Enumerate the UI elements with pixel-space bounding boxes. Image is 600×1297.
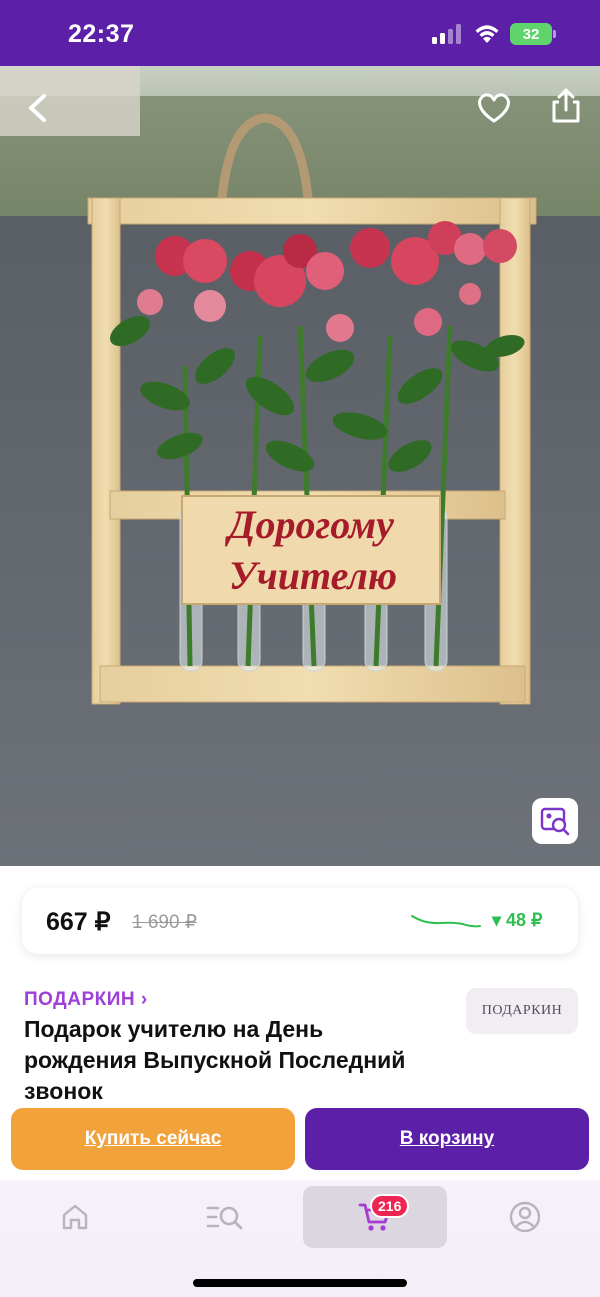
sign-text-line-2: Учителю [229, 553, 397, 598]
signal-icon [432, 24, 461, 44]
price-card[interactable]: 667 ₽ 1 690 ₽ ▾ 48 ₽ [22, 888, 578, 954]
wifi-icon [475, 25, 499, 43]
current-price: 667 ₽ [46, 908, 111, 936]
home-icon [62, 1204, 88, 1230]
buy-now-button[interactable]: Купить сейчас [11, 1108, 295, 1170]
price-drop-badge: ▾ 48 ₽ [492, 910, 543, 930]
home-indicator [193, 1279, 407, 1287]
old-price: 1 690 ₽ [132, 912, 197, 933]
add-to-cart-button[interactable]: В корзину [305, 1108, 589, 1170]
heart-icon[interactable] [474, 88, 514, 128]
status-bar: 22:37 32 [0, 0, 600, 66]
product-photo-illustration: Дорогому Учителю [0, 66, 600, 866]
battery-icon: 32 [510, 23, 552, 45]
status-time: 22:37 [68, 20, 135, 48]
tab-cart[interactable]: 216 [303, 1186, 447, 1248]
tab-home[interactable] [3, 1186, 147, 1248]
image-search-button[interactable] [532, 798, 578, 844]
tab-profile[interactable] [453, 1186, 597, 1248]
price-history-sparkline [411, 915, 481, 928]
sign-text-line-1: Дорогому [224, 502, 394, 547]
image-search-icon [540, 807, 570, 836]
profile-icon [509, 1201, 541, 1233]
product-image[interactable]: Дорогому Учителю [0, 66, 600, 866]
back-icon[interactable] [18, 88, 58, 128]
product-title: Подарок учителю на День рождения Выпускн… [24, 1016, 406, 1104]
tab-catalog[interactable] [153, 1186, 297, 1248]
brand-logo[interactable]: ПОДАРКИН [466, 988, 578, 1034]
cart-count-badge: 216 [370, 1194, 410, 1218]
catalog-search-icon [206, 1206, 243, 1230]
battery-cap [553, 30, 556, 38]
share-icon[interactable] [546, 86, 586, 126]
brand-link[interactable]: ПОДАРКИН › [24, 989, 148, 1011]
